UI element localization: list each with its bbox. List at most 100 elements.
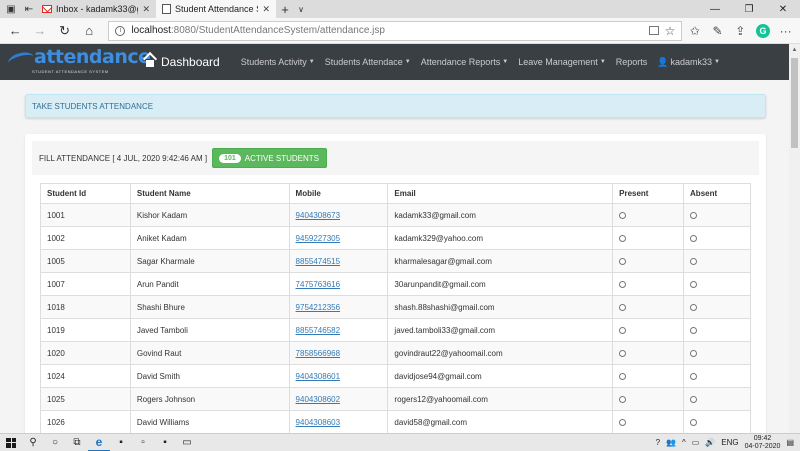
language-indicator[interactable]: ENG bbox=[721, 438, 738, 447]
restore-button[interactable]: ❐ bbox=[732, 0, 766, 18]
browser-tab-attendance[interactable]: Student Attendance Sys ✕ bbox=[156, 0, 276, 18]
refresh-button[interactable]: ↻ bbox=[53, 20, 76, 42]
chevron-up-icon[interactable]: ^ bbox=[682, 438, 686, 447]
cell-email: david58@gmail.com bbox=[387, 410, 614, 433]
menu-user-account[interactable]: 👤 kadamk33 ▼ bbox=[652, 57, 725, 68]
tab-back-icon[interactable]: ⇤ bbox=[22, 0, 36, 18]
app-navbar: attendance STUDENT ATTENDANCE SYSTEM Das… bbox=[0, 44, 789, 80]
present-radio[interactable] bbox=[619, 234, 627, 242]
url-field[interactable]: i localhost:8080/StudentAttendanceSystem… bbox=[108, 20, 683, 41]
cell-mobile: 7475763616 bbox=[288, 272, 389, 296]
window-close-button[interactable]: ✕ bbox=[766, 0, 800, 18]
pen-icon[interactable]: ✎ bbox=[707, 24, 728, 38]
present-radio[interactable] bbox=[619, 326, 627, 334]
cortana-icon[interactable]: ○ bbox=[44, 434, 66, 451]
more-icon[interactable]: ··· bbox=[775, 24, 796, 38]
mobile-link[interactable]: 9404308601 bbox=[296, 372, 341, 381]
system-tray: ? 👥 ^ ▭ 🔊 ENG 09:42 04-07-2020 ▤ bbox=[656, 435, 800, 451]
scroll-thumb[interactable] bbox=[791, 58, 798, 148]
mobile-link[interactable]: 9404308673 bbox=[296, 211, 341, 220]
attendance-table: Student Id Student Name Mobile Email Pre… bbox=[40, 183, 751, 433]
people-icon[interactable]: 👥 bbox=[666, 438, 676, 447]
cell-present bbox=[612, 226, 685, 250]
cell-email: davidjose94@gmail.com bbox=[387, 364, 614, 388]
menu-students-activity[interactable]: Students Activity ▼ bbox=[236, 57, 320, 68]
tab-actions-icon[interactable]: ▣ bbox=[4, 0, 18, 18]
cell-email: shash.88shashi@gmail.com bbox=[387, 295, 614, 319]
grammarly-icon[interactable]: G bbox=[753, 23, 774, 38]
present-radio[interactable] bbox=[619, 280, 627, 288]
active-students-button[interactable]: 101 ACTIVE STUDENTS bbox=[212, 148, 327, 168]
minimize-button[interactable]: — bbox=[698, 0, 732, 18]
back-button[interactable]: ← bbox=[4, 20, 27, 42]
volume-icon[interactable]: 🔊 bbox=[705, 438, 715, 447]
mobile-link[interactable]: 9404308602 bbox=[296, 395, 341, 404]
dashboard-link[interactable]: Dashboard bbox=[144, 55, 220, 69]
absent-radio[interactable] bbox=[690, 211, 698, 219]
favorite-star-icon[interactable]: ☆ bbox=[665, 24, 676, 38]
chevron-down-icon[interactable]: ∨ bbox=[294, 0, 308, 18]
absent-radio[interactable] bbox=[690, 234, 698, 242]
absent-radio[interactable] bbox=[690, 349, 698, 357]
menu-leave-management[interactable]: Leave Management ▼ bbox=[513, 57, 611, 68]
mobile-link[interactable]: 7858566968 bbox=[296, 349, 341, 358]
absent-radio[interactable] bbox=[690, 326, 698, 334]
menu-attendance-reports[interactable]: Attendance Reports ▼ bbox=[416, 57, 514, 68]
mobile-link[interactable]: 9404308603 bbox=[296, 418, 341, 427]
cell-student-name: Shashi Bhure bbox=[129, 295, 290, 319]
absent-radio[interactable] bbox=[690, 280, 698, 288]
mobile-link[interactable]: 9754212356 bbox=[296, 303, 341, 312]
mobile-link[interactable]: 8855746582 bbox=[296, 326, 341, 335]
cell-mobile: 9404308603 bbox=[288, 410, 389, 433]
present-radio[interactable] bbox=[619, 303, 627, 311]
url-text: localhost:8080/StudentAttendanceSystem/a… bbox=[131, 25, 385, 36]
edge-taskbar-icon[interactable]: e bbox=[88, 434, 110, 451]
new-tab-button[interactable]: + bbox=[276, 0, 294, 18]
clock[interactable]: 09:42 04-07-2020 bbox=[745, 435, 781, 451]
search-icon[interactable]: ⚲ bbox=[22, 434, 44, 451]
info-icon[interactable]: i bbox=[115, 25, 126, 36]
absent-radio[interactable] bbox=[690, 372, 698, 380]
present-radio[interactable] bbox=[619, 395, 627, 403]
folder-icon[interactable]: ▭ bbox=[176, 434, 198, 451]
help-icon[interactable]: ? bbox=[656, 438, 660, 447]
cell-present bbox=[612, 364, 685, 388]
present-radio[interactable] bbox=[619, 418, 627, 426]
header-absent: Absent bbox=[683, 183, 751, 204]
absent-radio[interactable] bbox=[690, 418, 698, 426]
cell-absent bbox=[683, 226, 751, 250]
task-view-icon[interactable]: ⧉ bbox=[66, 434, 88, 451]
present-radio[interactable] bbox=[619, 211, 627, 219]
absent-radio[interactable] bbox=[690, 395, 698, 403]
terminal-icon[interactable]: ▪ bbox=[110, 434, 132, 451]
share-icon[interactable]: ⇪ bbox=[730, 24, 751, 38]
absent-radio[interactable] bbox=[690, 303, 698, 311]
absent-radio[interactable] bbox=[690, 257, 698, 265]
page-scrollbar[interactable]: ▲ bbox=[789, 44, 800, 433]
reader-view-icon[interactable] bbox=[648, 26, 659, 35]
home-button[interactable]: ⌂ bbox=[78, 20, 101, 42]
browser-tab-gmail[interactable]: Inbox - kadamk33@gmail.c ✕ bbox=[36, 0, 156, 18]
close-icon[interactable]: ✕ bbox=[142, 4, 150, 15]
close-icon[interactable]: ✕ bbox=[262, 4, 270, 15]
app-icon[interactable]: ▫ bbox=[132, 434, 154, 451]
caret-down-icon: ▼ bbox=[599, 59, 606, 65]
menu-reports[interactable]: Reports bbox=[611, 57, 653, 68]
cmd-icon[interactable]: ▪ bbox=[154, 434, 176, 451]
mobile-link[interactable]: 9459227305 bbox=[296, 234, 341, 243]
brand-logo[interactable]: attendance STUDENT ATTENDANCE SYSTEM bbox=[4, 44, 151, 80]
notifications-icon[interactable]: ▤ bbox=[786, 438, 794, 447]
mobile-link[interactable]: 7475763616 bbox=[296, 280, 341, 289]
present-radio[interactable] bbox=[619, 372, 627, 380]
menu-students-attendance[interactable]: Students Attendace ▼ bbox=[320, 57, 416, 68]
favorites-icon[interactable]: ✩ bbox=[684, 24, 705, 38]
present-radio[interactable] bbox=[619, 257, 627, 265]
present-radio[interactable] bbox=[619, 349, 627, 357]
table-row: 1001 Kishor Kadam 9404308673 kadamk33@gmail… bbox=[40, 203, 751, 227]
mobile-link[interactable]: 8855474515 bbox=[296, 257, 341, 266]
network-icon[interactable]: ▭ bbox=[692, 438, 700, 447]
start-button[interactable] bbox=[0, 434, 22, 451]
scroll-up-icon[interactable]: ▲ bbox=[789, 44, 800, 55]
forward-button[interactable]: → bbox=[29, 20, 52, 42]
cell-mobile: 8855746582 bbox=[288, 318, 389, 342]
